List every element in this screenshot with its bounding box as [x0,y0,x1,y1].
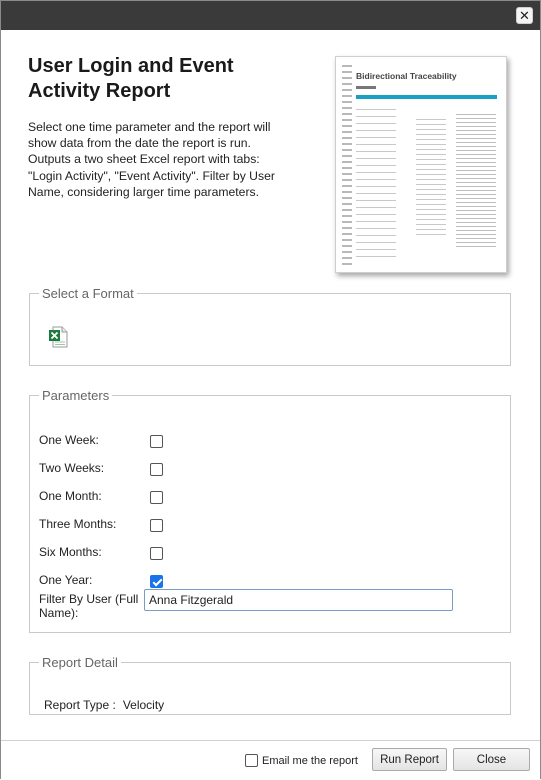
run-report-button[interactable]: Run Report [372,748,447,771]
param-label: Six Months: [39,545,102,559]
format-legend: Select a Format [42,286,134,301]
param-checkbox[interactable] [150,547,163,560]
filter-user-label: Filter By User (Full Name): [39,592,139,620]
dialog-footer: Email me the report Run Report Close [1,740,540,780]
param-checkbox[interactable] [150,463,163,476]
excel-icon[interactable] [48,326,68,348]
parameters-legend: Parameters [42,388,110,403]
param-checkbox[interactable] [150,519,163,532]
thumbnail-header-bar [356,95,497,99]
report-detail-section: Report Detail Report Type : Velocity [29,655,511,715]
report-title: User Login and Event Activity Report [28,55,234,102]
email-me-label[interactable]: Email me the report [262,755,358,767]
notebook-rings [342,65,352,265]
param-label: One Month: [39,489,102,503]
report-type-row: Report Type : Velocity [44,698,164,712]
thumbnail-subtitle-line [356,86,376,89]
param-label: One Year: [39,573,93,587]
email-me-checkbox[interactable] [245,754,258,767]
thumbnail-title: Bidirectional Traceability [356,71,457,81]
param-checkbox[interactable] [150,435,163,448]
report-type-value: Velocity [122,698,165,712]
close-button[interactable]: Close [453,748,530,771]
report-description: Select one time parameter and the report… [28,120,275,199]
thumbnail-text-lines [356,109,496,259]
report-type-label: Report Type : [44,698,116,712]
parameters-section: Parameters One Week: Two Weeks: One Month:… [29,388,511,633]
param-label: Two Weeks: [39,461,105,475]
report-dialog: ✕ User Login and Event Activity Report S… [0,0,541,780]
param-label: One Week: [39,433,99,447]
report-preview-thumbnail: Bidirectional Traceability [335,56,507,273]
param-checkbox[interactable] [150,575,163,588]
dialog-titlebar: ✕ [1,1,540,30]
filter-user-input[interactable] [144,589,453,611]
param-label: Three Months: [39,517,117,531]
format-section: Select a Format [29,286,511,366]
email-me-option[interactable]: Email me the report [245,754,358,767]
report-detail-legend: Report Detail [42,655,118,670]
close-icon[interactable]: ✕ [516,7,533,24]
param-checkbox[interactable] [150,491,163,504]
